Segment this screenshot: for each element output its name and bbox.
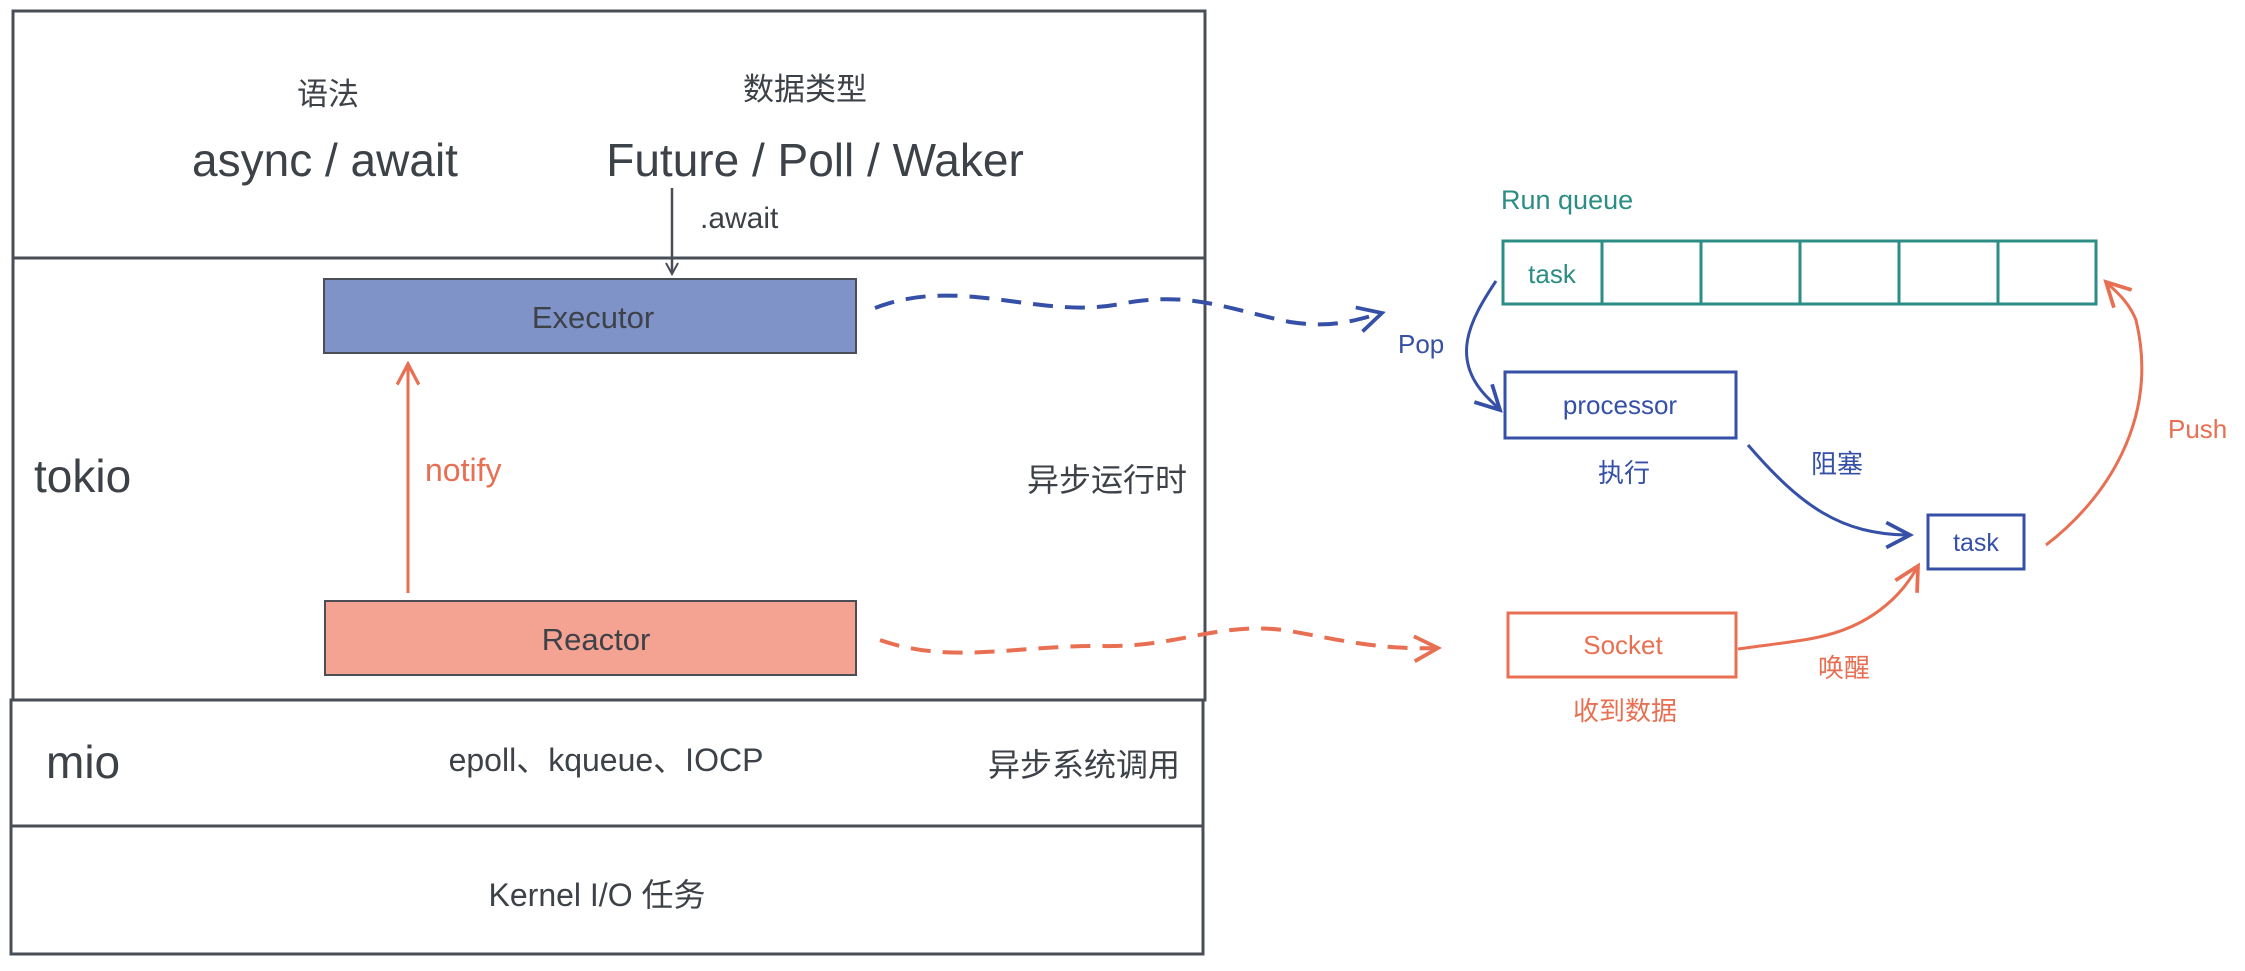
pop-arrow	[1465, 280, 1500, 410]
queue-slot	[1996, 239, 2098, 306]
push-label: Push	[2168, 414, 2227, 444]
queue-slot-label: task	[1528, 259, 1577, 289]
types-heading: 数据类型	[743, 72, 867, 107]
tokio-label: tokio	[34, 450, 131, 502]
tokio-architecture-diagram: 语法 async / await 数据类型 Future / Poll / Wa…	[9, 9, 2227, 956]
await-label: .await	[700, 202, 779, 235]
push-arrow	[2045, 282, 2144, 547]
wake-arrow	[1737, 566, 1918, 651]
execute-label: 执行	[1598, 458, 1650, 488]
syntax-value: async / await	[192, 134, 458, 186]
async-syscall-label: 异步系统调用	[988, 747, 1180, 783]
task-label: task	[1953, 529, 1999, 557]
reactor-to-socket-dashed-arrow	[879, 626, 1438, 652]
mio-apis: epoll、kqueue、IOCP	[449, 742, 764, 778]
processor-label: processor	[1563, 390, 1677, 420]
executor-label: Executor	[532, 300, 654, 335]
reactor-label: Reactor	[542, 622, 651, 657]
queue-slot	[1897, 239, 2000, 306]
receive-label: 收到数据	[1573, 696, 1677, 726]
kernel-label: Kernel I/O 任务	[489, 877, 706, 913]
wake-label: 唤醒	[1818, 653, 1870, 683]
socket-label: Socket	[1583, 630, 1663, 660]
run-queue	[1501, 239, 2098, 306]
block-label: 阻塞	[1811, 449, 1863, 479]
queue-slot	[1600, 239, 1703, 306]
pop-label: Pop	[1398, 329, 1444, 359]
async-runtime-label: 异步运行时	[1027, 462, 1187, 498]
syntax-heading: 语法	[297, 77, 359, 112]
queue-slot	[1699, 239, 1802, 306]
executor-to-queue-dashed-arrow	[874, 293, 1382, 325]
types-value: Future / Poll / Waker	[606, 134, 1024, 186]
run-queue-label: Run queue	[1501, 185, 1633, 215]
queue-slot	[1798, 239, 1901, 306]
notify-label: notify	[425, 452, 501, 488]
mio-label: mio	[46, 736, 120, 788]
